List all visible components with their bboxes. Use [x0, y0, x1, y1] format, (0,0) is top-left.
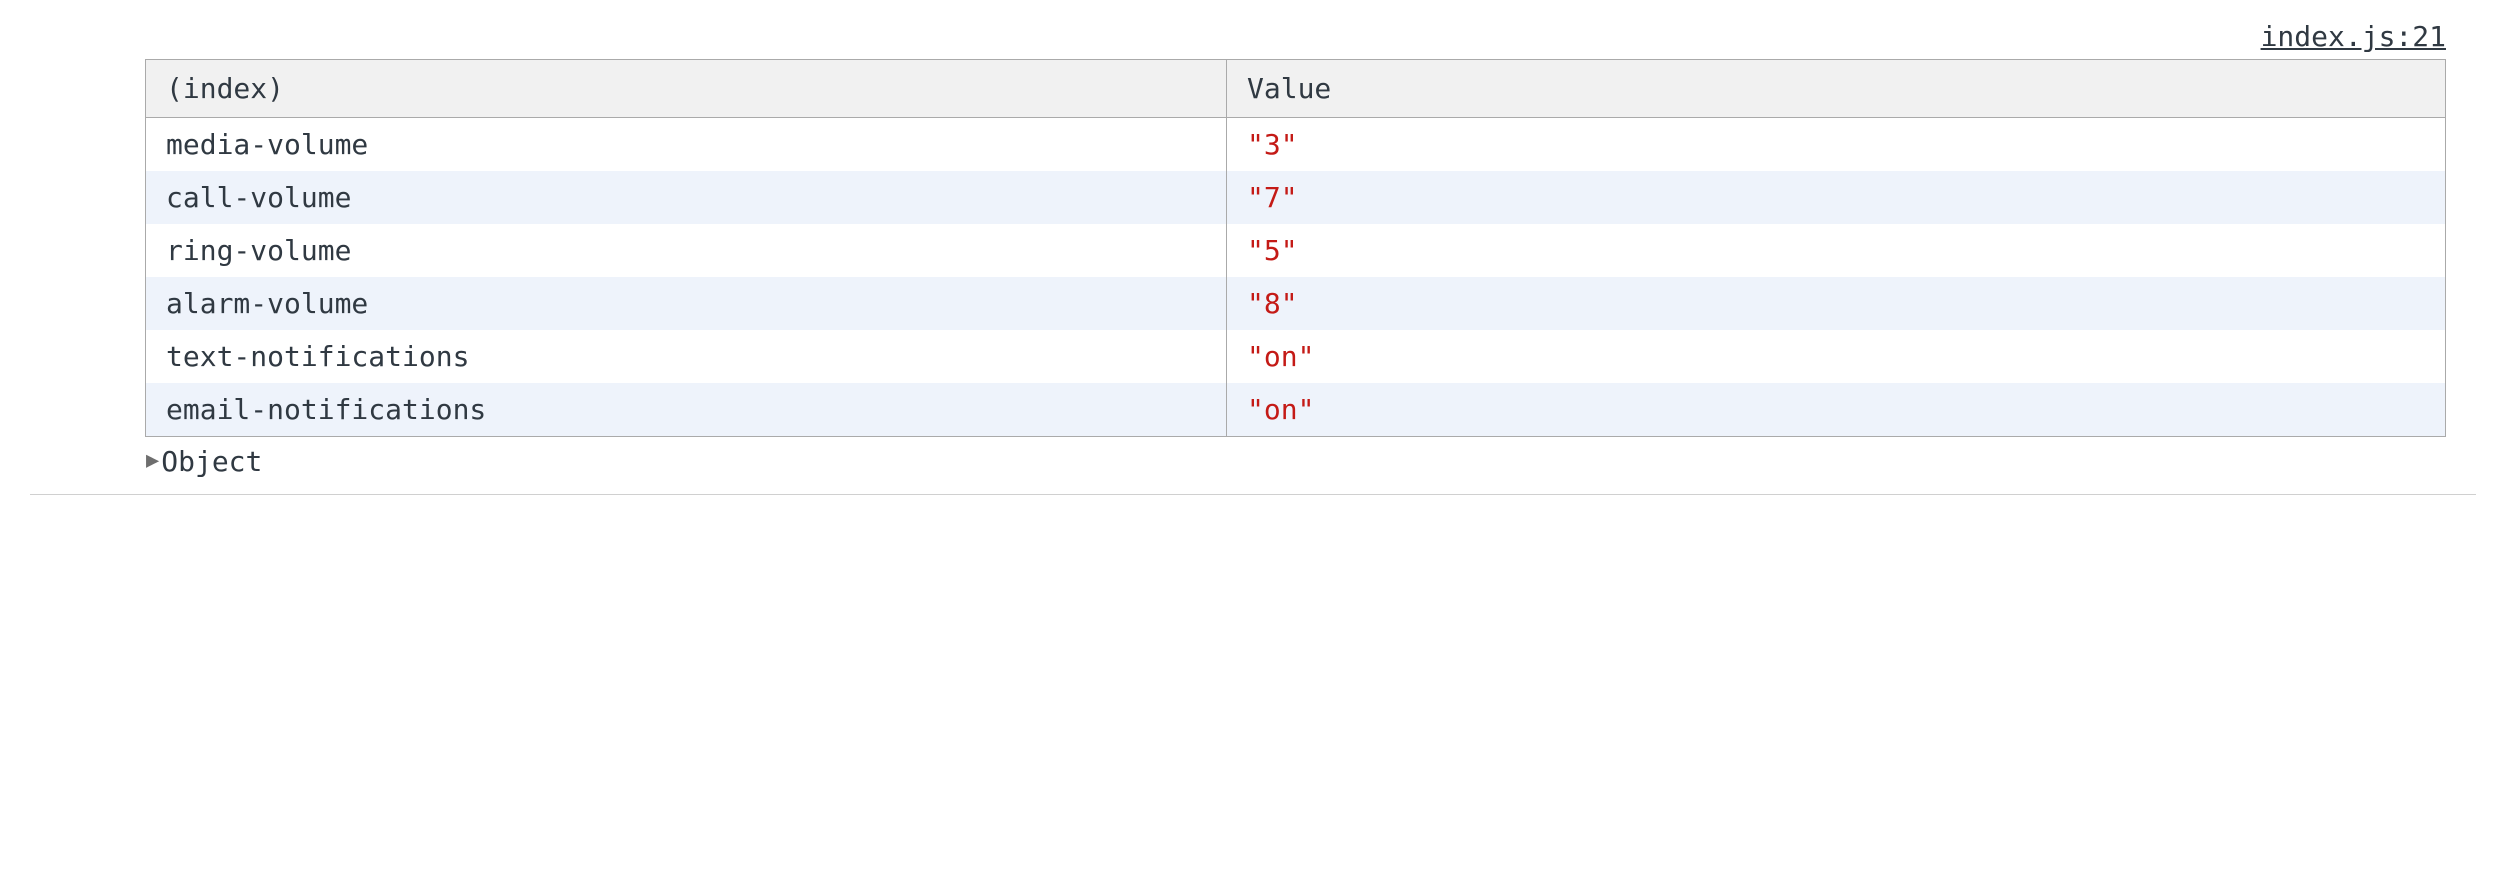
string-literal: "on" — [1247, 393, 1314, 426]
table-header-row: (index) Value — [146, 60, 2446, 118]
table-row[interactable]: alarm-volume "8" — [146, 277, 2446, 330]
cell-value: "3" — [1227, 118, 2446, 172]
cell-index: media-volume — [146, 118, 1227, 172]
console-table-wrapper: (index) Value media-volume "3" call-volu… — [30, 59, 2476, 437]
object-summary-label: Object — [161, 445, 262, 478]
table-row[interactable]: text-notifications "on" — [146, 330, 2446, 383]
table-row[interactable]: ring-volume "5" — [146, 224, 2446, 277]
cell-index: text-notifications — [146, 330, 1227, 383]
column-header-index[interactable]: (index) — [146, 60, 1227, 118]
source-link-container: index.js:21 — [30, 20, 2476, 59]
table-row[interactable]: email-notifications "on" — [146, 383, 2446, 437]
cell-value: "7" — [1227, 171, 2446, 224]
console-divider — [30, 494, 2476, 495]
cell-index: alarm-volume — [146, 277, 1227, 330]
cell-value: "5" — [1227, 224, 2446, 277]
cell-index: email-notifications — [146, 383, 1227, 437]
string-literal: "7" — [1247, 181, 1298, 214]
table-row[interactable]: media-volume "3" — [146, 118, 2446, 172]
cell-index: ring-volume — [146, 224, 1227, 277]
string-literal: "on" — [1247, 340, 1314, 373]
cell-index: call-volume — [146, 171, 1227, 224]
console-table: (index) Value media-volume "3" call-volu… — [145, 59, 2446, 437]
triangle-right-icon: ▶ — [146, 450, 159, 472]
cell-value: "on" — [1227, 330, 2446, 383]
table-row[interactable]: call-volume "7" — [146, 171, 2446, 224]
string-literal: "5" — [1247, 234, 1298, 267]
column-header-value[interactable]: Value — [1227, 60, 2446, 118]
string-literal: "3" — [1247, 128, 1298, 161]
object-expand-toggle[interactable]: ▶ Object — [30, 437, 2476, 478]
cell-value: "8" — [1227, 277, 2446, 330]
console-output-container: index.js:21 (index) Value media-volume "… — [30, 20, 2476, 495]
string-literal: "8" — [1247, 287, 1298, 320]
cell-value: "on" — [1227, 383, 2446, 437]
source-file-link[interactable]: index.js:21 — [2261, 20, 2446, 53]
